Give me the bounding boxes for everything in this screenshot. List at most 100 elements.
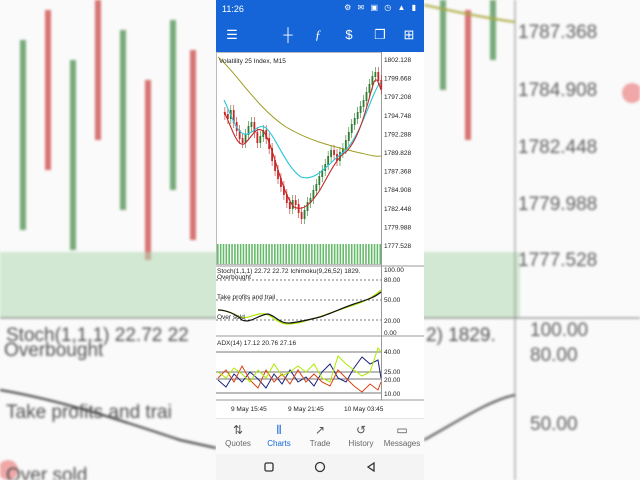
- price-axis: 1802.128 1799.668 1797.208 1794.748 1792.288…: [384, 57, 411, 250]
- candle: [344, 140, 347, 149]
- phone-screen: 11:26 ⚙ ✉ ▣ ◷ ▲ ▮ ☰ ┼ ƒ $ ❐ ⊞ Volatility…: [216, 0, 424, 480]
- volume-bar: [228, 244, 230, 264]
- history-icon: ↺: [355, 423, 367, 437]
- candle: [353, 118, 356, 125]
- volume-bar: [236, 244, 239, 264]
- adx-axis-label: 10.00: [384, 391, 401, 398]
- nav-messages[interactable]: ▭ Messages: [382, 423, 422, 448]
- bottom-navigation: ⇅ Quotes ⫴ Charts ↗ Trade ↺ History ▭ Me…: [216, 418, 424, 455]
- stoch-axis-label: 100.00: [384, 267, 404, 274]
- candle: [241, 138, 244, 143]
- menu-icon[interactable]: ☰: [223, 26, 241, 44]
- volume-bar: [339, 244, 342, 264]
- bg-stoch-axis: 100.00: [530, 320, 589, 341]
- volume-bar: [359, 244, 362, 264]
- volume-bar: [353, 244, 356, 264]
- background-candle: [465, 10, 471, 140]
- volume-bar: [356, 244, 359, 264]
- windows-icon[interactable]: ❐: [371, 26, 389, 44]
- volume-bar: [305, 244, 307, 264]
- candle: [250, 122, 253, 127]
- mid-moving-average: [223, 81, 382, 179]
- volume-bar: [302, 244, 305, 264]
- volume-bar: [316, 244, 319, 264]
- volume-bar: [336, 244, 339, 264]
- volume-bar: [239, 244, 242, 264]
- volume-bar: [248, 244, 250, 264]
- price-axis-label: 1782.448: [384, 206, 411, 213]
- background-candle: [490, 0, 496, 60]
- candle: [318, 176, 321, 185]
- price-chart[interactable]: Volatility 25 Index, M15 1802.128 1799.66…: [216, 52, 424, 414]
- volume-bar: [231, 244, 233, 264]
- price-axis-label: 1779.988: [384, 224, 411, 231]
- candle: [327, 156, 330, 165]
- home-icon[interactable]: [313, 460, 327, 474]
- volume-bar: [313, 244, 316, 264]
- candle: [256, 132, 259, 143]
- volume-bar: [282, 244, 285, 264]
- bg-stoch-axis: 50.00: [530, 414, 578, 435]
- background-candle: [170, 20, 176, 190]
- price-axis-label: 1799.668: [384, 76, 411, 83]
- stoch-axis-label: 80.00: [384, 277, 401, 284]
- volume-bar: [331, 244, 333, 264]
- take-profit-label: Take profits and trail: [217, 294, 276, 301]
- chart-toolbar: ☰ ┼ ƒ $ ❐ ⊞: [216, 18, 424, 52]
- bg-price-label: 1779.988: [518, 194, 598, 215]
- nav-quotes[interactable]: ⇅ Quotes: [218, 423, 258, 448]
- status-icons: ⚙ ✉ ▣ ◷ ▲ ▮: [344, 3, 418, 12]
- nav-charts[interactable]: ⫴ Charts: [259, 423, 299, 448]
- candle: [306, 202, 309, 211]
- adx-label: ADX(14) 17.12 20.76 27.16: [217, 340, 297, 347]
- nav-history[interactable]: ↺ History: [341, 423, 381, 448]
- background-candle: [145, 80, 151, 260]
- nav-label: History: [348, 439, 374, 448]
- candle: [350, 124, 353, 133]
- function-icon[interactable]: ƒ: [309, 26, 327, 44]
- volume-bar: [291, 244, 293, 264]
- volume-bar: [311, 244, 313, 264]
- candle: [259, 136, 262, 143]
- stoch-axis-label: 20.00: [384, 318, 401, 325]
- chart-svg[interactable]: Volatility 25 Index, M15 1802.128 1799.66…: [216, 52, 424, 414]
- background-candle: [440, 0, 446, 90]
- bg-stoch-label-right: 2) 1829.: [426, 325, 496, 346]
- crosshair-icon[interactable]: ┼: [279, 26, 297, 44]
- new-order-icon[interactable]: $: [340, 26, 358, 44]
- nav-label: Quotes: [225, 439, 251, 448]
- volume-bar: [242, 244, 245, 264]
- price-axis-label: 1797.208: [384, 94, 411, 101]
- volume-bar: [279, 244, 282, 264]
- trade-icon: ↗: [314, 423, 326, 437]
- volume-bar: [342, 244, 344, 264]
- candle: [347, 132, 350, 141]
- price-axis-label: 1777.528: [384, 243, 411, 250]
- recents-icon[interactable]: [262, 460, 276, 474]
- candle: [374, 72, 377, 77]
- background-candle: [190, 50, 196, 240]
- price-axis-label: 1802.128: [384, 57, 411, 64]
- candle: [359, 106, 362, 113]
- nav-label: Trade: [309, 439, 331, 448]
- candle: [377, 72, 380, 81]
- volume-bar: [265, 244, 268, 264]
- overbought-label: Overbought: [217, 274, 251, 281]
- candle: [294, 200, 297, 205]
- candle: [368, 84, 371, 93]
- back-icon[interactable]: [364, 460, 378, 474]
- candle: [365, 92, 368, 101]
- volume-bar: [328, 244, 330, 264]
- candle: [333, 150, 335, 155]
- volume-bar: [348, 244, 350, 264]
- add-icon[interactable]: ⊞: [400, 26, 418, 44]
- candle: [362, 100, 365, 107]
- system-navigation: [216, 454, 424, 480]
- oversold-label: Over sold: [217, 314, 245, 321]
- nav-trade[interactable]: ↗ Trade: [300, 423, 340, 448]
- background-candle: [120, 30, 126, 210]
- volume-bar: [345, 244, 347, 264]
- messages-icon: ▭: [396, 423, 408, 437]
- volume-bar: [322, 244, 325, 264]
- volume-bar: [325, 244, 327, 264]
